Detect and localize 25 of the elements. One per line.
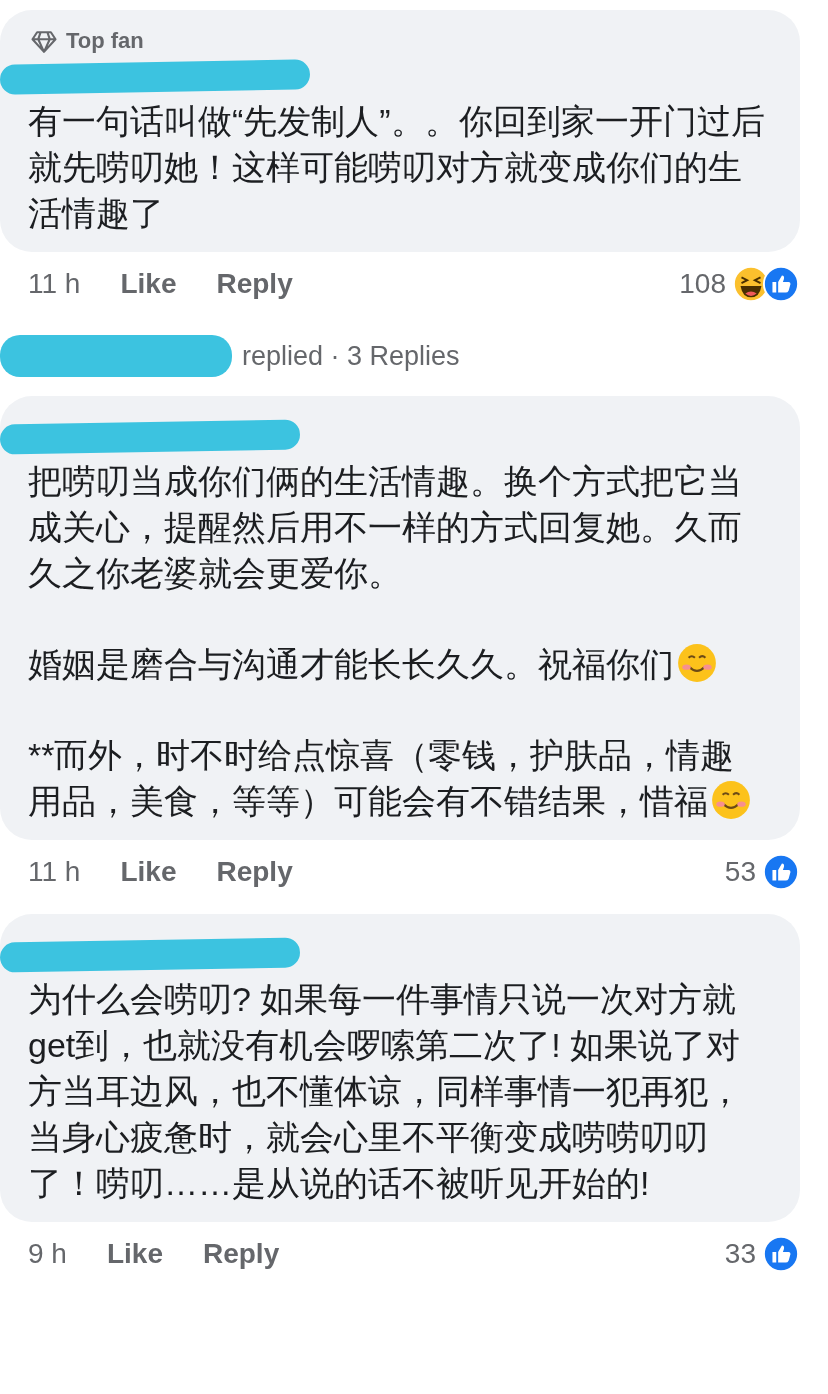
thumbs-up-icon <box>762 1235 800 1273</box>
smiley-icon <box>676 642 718 684</box>
smiley-icon <box>710 779 752 821</box>
like-link[interactable]: Like <box>120 856 177 888</box>
reply-link[interactable]: Reply <box>202 1238 280 1270</box>
comment-text: 为什么会唠叨? 如果每一件事情只说一次对方就get到，也就没有机会啰嗦第二次了! 如果说了对方当耳边风，也不懂体谅，同样事情一犯再犯，当身心疲惫时，就会心里不平衡变成唠唠叨叨了！唠叨……是从说的话不被听见开始的! <box>28 979 743 1204</box>
comment-text: **而外，时不时给点惊喜（零钱，护肤品，情趣用品，美食，等等）可能会有不错结果，惜福 <box>28 732 776 824</box>
comment-time: 11 h <box>28 856 81 888</box>
diamond-icon <box>30 29 58 53</box>
reaction-count: 53 <box>724 856 756 888</box>
comment-text: 婚姻是磨合与沟通才能长长久久。祝福你们 <box>28 641 776 687</box>
badge-label: Top fan <box>66 28 144 54</box>
like-link[interactable]: Like <box>120 268 177 300</box>
comment-text: 把唠叨当成你们俩的生活情趣。换个方式把它当成关心，提醒然后用不一样的方式回复她。久而久之你老婆就会更爱你。 <box>28 461 743 594</box>
reply-link[interactable]: Reply <box>216 268 293 300</box>
replies-link[interactable]: replied · 3 Replies <box>242 340 460 372</box>
thumbs-up-icon <box>762 265 800 303</box>
comment-time: 9 h <box>28 1238 67 1270</box>
reaction-count: 33 <box>724 1238 756 1270</box>
reaction-count: 108 <box>679 268 726 300</box>
comment-text: 有一句话叫做“先发制人”。。你回到家一开门过后就先唠叨她！这样可能唠叨对方就变成你们的生活情趣了 <box>28 101 766 234</box>
comment-time: 11 h <box>28 268 81 300</box>
reply-link[interactable]: Reply <box>216 856 293 888</box>
like-link[interactable]: Like <box>106 1238 163 1270</box>
thumbs-up-icon <box>762 853 800 891</box>
